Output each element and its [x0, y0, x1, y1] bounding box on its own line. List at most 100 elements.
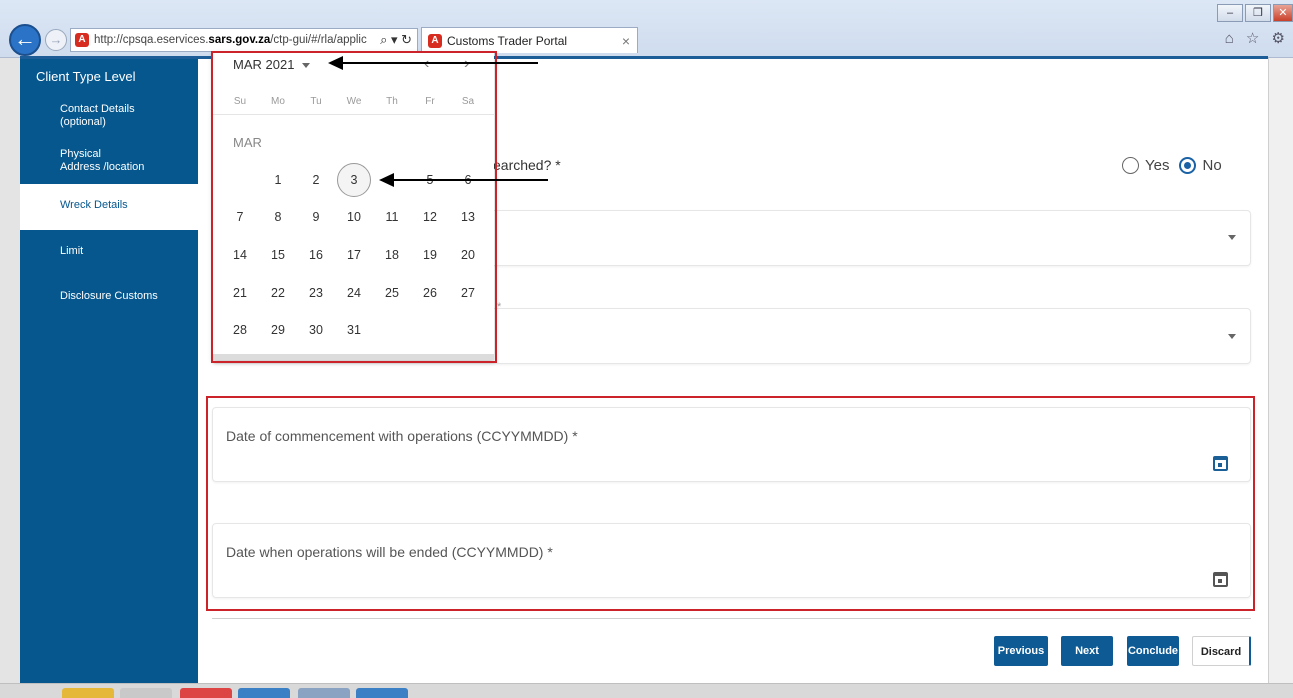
- sidebar-item-physical-address[interactable]: Physical Address /location: [20, 148, 198, 174]
- datepicker-day[interactable]: 18: [375, 238, 409, 272]
- forward-button[interactable]: →: [45, 29, 67, 51]
- datepicker-day[interactable]: 14: [223, 238, 257, 272]
- tab-close-icon[interactable]: ×: [615, 33, 637, 49]
- datepicker-day[interactable]: 17: [337, 238, 371, 272]
- restore-button[interactable]: ❒: [1245, 4, 1271, 22]
- taskbar-app-icon[interactable]: [298, 688, 350, 698]
- weekday-header: Th: [386, 96, 398, 107]
- chevron-down-icon: [1228, 334, 1236, 339]
- datepicker-day[interactable]: 7: [223, 200, 257, 234]
- minimize-button[interactable]: –: [1217, 4, 1243, 22]
- back-button[interactable]: ←: [9, 24, 41, 56]
- next-button[interactable]: Next: [1061, 636, 1113, 666]
- datepicker-day[interactable]: 16: [299, 238, 333, 272]
- datepicker-day[interactable]: 26: [413, 276, 447, 310]
- annotation-arrow-line: [393, 179, 548, 181]
- datepicker-day[interactable]: 31: [337, 313, 371, 347]
- datepicker-day[interactable]: 1: [261, 163, 295, 197]
- scrollbar[interactable]: [1268, 58, 1293, 698]
- end-date-label: Date when operations will be ended (CCYY…: [226, 544, 553, 560]
- datepicker-day[interactable]: 30: [299, 313, 333, 347]
- discard-button[interactable]: Discard: [1192, 636, 1251, 666]
- address-bar[interactable]: A http://cpsqa.eservices.sars.gov.za/ctp…: [70, 28, 418, 52]
- sidebar-item-label: Disclosure Customs: [60, 290, 158, 302]
- datepicker-day-today[interactable]: 3: [337, 163, 371, 197]
- datepicker-popup: MAR 2021 ‹ › SuMoTuWeThFrSa MAR 12356789…: [213, 52, 494, 360]
- taskbar-app-icon[interactable]: [180, 688, 232, 698]
- window-controls: – ❒ ✕: [1217, 4, 1293, 22]
- taskbar-app-icon[interactable]: [120, 688, 172, 698]
- weekday-header: Su: [233, 96, 247, 107]
- sidebar-item-wreck-details[interactable]: Wreck Details: [20, 184, 198, 230]
- annotation-arrow-head-icon: [379, 173, 394, 187]
- conclude-button[interactable]: Conclude: [1127, 636, 1179, 666]
- datepicker-month-year-selector[interactable]: MAR 2021: [233, 57, 311, 72]
- datepicker-day[interactable]: 12: [413, 200, 447, 234]
- url-text: http://cpsqa.eservices.sars.gov.za/ctp-g…: [94, 34, 367, 46]
- browser-tab[interactable]: A Customs Trader Portal ×: [421, 27, 638, 53]
- annotation-arrow-line: [342, 62, 538, 64]
- radio-yes-label: Yes: [1145, 157, 1170, 174]
- browser-chrome: – ❒ ✕ ← → A http://cpsqa.eservices.sars.…: [0, 0, 1293, 58]
- datepicker-day[interactable]: 25: [375, 276, 409, 310]
- radio-no-label: No: [1202, 157, 1222, 174]
- sidebar-item-label: Limit: [60, 245, 84, 257]
- datepicker-day[interactable]: 15: [261, 238, 295, 272]
- datepicker-month-label: MAR: [233, 135, 262, 150]
- datepicker-day[interactable]: 29: [261, 313, 295, 347]
- datepicker-day[interactable]: 11: [375, 200, 409, 234]
- page-top-accent: [20, 56, 1268, 59]
- tab-title: Customs Trader Portal: [447, 33, 568, 48]
- sidebar-item-sublabel: Address /location: [60, 161, 145, 173]
- taskbar-app-icon[interactable]: [238, 688, 290, 698]
- datepicker-day[interactable]: 23: [299, 276, 333, 310]
- weekday-header: We: [346, 96, 362, 107]
- radio-no[interactable]: [1179, 157, 1197, 174]
- previous-button[interactable]: Previous: [994, 636, 1048, 666]
- sidebar-item-limit[interactable]: Limit: [20, 245, 198, 258]
- radio-yes[interactable]: [1122, 157, 1139, 174]
- calendar-icon[interactable]: [1213, 456, 1228, 471]
- datepicker-day[interactable]: 13: [451, 200, 485, 234]
- weekday-header: Sa: [461, 96, 475, 107]
- sidebar-item-label: Contact Details: [60, 103, 135, 115]
- commencement-date-label: Date of commencement with operations (CC…: [226, 428, 578, 444]
- taskbar-app-icon[interactable]: [62, 688, 114, 698]
- datepicker-separator: [213, 114, 494, 115]
- datepicker-next-icon[interactable]: ›: [464, 55, 469, 73]
- home-favorites-settings-icon[interactable]: ⌂ ☆ ⚙: [1225, 29, 1289, 47]
- close-window-button[interactable]: ✕: [1273, 4, 1293, 22]
- address-tools-icon[interactable]: ⌕ ▾ ↻: [375, 32, 417, 48]
- taskbar-app-icon[interactable]: [356, 688, 408, 698]
- weekday-header: Tu: [310, 96, 322, 107]
- tab-favicon-icon: A: [428, 33, 442, 48]
- sidebar-item-label: Physical: [60, 148, 101, 160]
- datepicker-day[interactable]: 8: [261, 200, 295, 234]
- calendar-icon[interactable]: [1213, 572, 1228, 587]
- sidebar-item-contact-details[interactable]: Contact Details (optional): [20, 103, 198, 129]
- datepicker-day[interactable]: 2: [299, 163, 333, 197]
- datepicker-day[interactable]: 27: [451, 276, 485, 310]
- datepicker-day[interactable]: 24: [337, 276, 371, 310]
- datepicker-day[interactable]: 22: [261, 276, 295, 310]
- datepicker-day[interactable]: 20: [451, 238, 485, 272]
- end-date-field[interactable]: Date when operations will be ended (CCYY…: [212, 523, 1251, 598]
- sidebar-title: Client Type Level: [36, 69, 136, 84]
- site-favicon-icon: A: [75, 33, 89, 47]
- datepicker-day[interactable]: 28: [223, 313, 257, 347]
- form-divider: [212, 618, 1251, 619]
- chevron-down-icon: [1228, 235, 1236, 240]
- commencement-date-field[interactable]: Date of commencement with operations (CC…: [212, 407, 1251, 482]
- sidebar-item-label: Wreck Details: [60, 199, 128, 211]
- datepicker-day[interactable]: 9: [299, 200, 333, 234]
- caret-down-icon: [302, 63, 311, 69]
- screen: { "browser": { "url_plain_start": "http:…: [0, 0, 1293, 698]
- sidebar-item-disclosure-customs[interactable]: Disclosure Customs: [20, 290, 198, 303]
- datepicker-day[interactable]: 19: [413, 238, 447, 272]
- searched-radio-group: Yes No: [1122, 157, 1232, 174]
- datepicker-day[interactable]: 21: [223, 276, 257, 310]
- datepicker-day[interactable]: 10: [337, 200, 371, 234]
- datepicker-prev-icon[interactable]: ‹: [424, 55, 429, 73]
- sidebar-item-sublabel: (optional): [60, 116, 106, 128]
- searched-question-label: earched? *: [493, 157, 561, 173]
